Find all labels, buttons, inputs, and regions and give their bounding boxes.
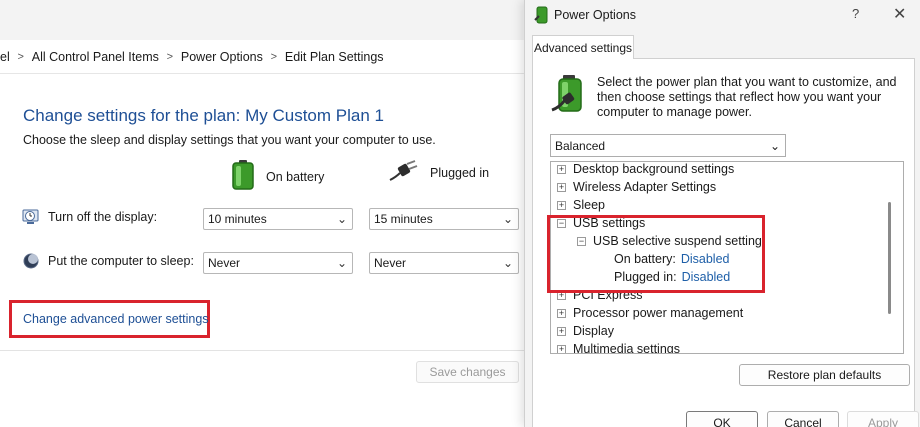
- tree-item-label: Desktop background settings: [573, 162, 735, 176]
- moon-icon: [22, 252, 40, 270]
- change-advanced-power-settings-link[interactable]: Change advanced power settings: [23, 312, 209, 326]
- tree-item-sleep[interactable]: + Sleep: [557, 196, 605, 214]
- collapse-icon[interactable]: −: [577, 236, 586, 246]
- tree-item-label: Display: [573, 324, 614, 338]
- column-header-battery: On battery: [232, 160, 324, 193]
- advanced-settings-panel: Select the power plan that you want to c…: [532, 58, 915, 427]
- setting-row-sleep: Put the computer to sleep:: [22, 252, 194, 270]
- tree-item-usb-selective-suspend[interactable]: − USB selective suspend setting: [577, 232, 762, 250]
- tree-item-label: Wireless Adapter Settings: [573, 180, 717, 194]
- chevron-right-icon: >: [166, 50, 174, 63]
- tree-item-label: Sleep: [573, 198, 605, 212]
- chevron-right-icon: >: [270, 50, 278, 63]
- expand-icon[interactable]: +: [557, 182, 566, 192]
- sleep-plugged-select[interactable]: Never ⌄: [369, 252, 519, 274]
- power-plan-icon: [534, 6, 550, 24]
- battery-icon: [232, 160, 254, 193]
- tree-item-display[interactable]: + Display: [557, 322, 614, 340]
- dialog-description: Select the power plan that you want to c…: [597, 75, 897, 119]
- ok-button[interactable]: OK: [686, 411, 758, 427]
- tab-advanced-settings[interactable]: Advanced settings: [532, 35, 634, 59]
- breadcrumb: el > All Control Panel Items > Power Opt…: [0, 40, 524, 74]
- settings-tree[interactable]: + Desktop background settings + Wireless…: [550, 161, 904, 354]
- setting-label-display: Turn off the display:: [48, 210, 158, 224]
- display-battery-select[interactable]: 10 minutes ⌄: [203, 208, 353, 230]
- tree-item-multimedia[interactable]: + Multimedia settings: [557, 340, 680, 354]
- display-plugged-select[interactable]: 15 minutes ⌄: [369, 208, 519, 230]
- power-plan-icon: [550, 74, 590, 114]
- expand-icon[interactable]: +: [557, 308, 566, 318]
- tree-item-label: On battery:: [614, 252, 676, 266]
- close-button[interactable]: ✕: [893, 4, 906, 24]
- dialog-title: Power Options: [554, 8, 636, 22]
- expand-icon[interactable]: +: [557, 326, 566, 336]
- breadcrumb-item-control-panel[interactable]: el: [0, 50, 10, 64]
- chevron-down-icon: ⌄: [502, 256, 514, 270]
- column-label-battery: On battery: [266, 169, 325, 184]
- expand-icon[interactable]: +: [557, 164, 566, 174]
- tree-item-desktop-background[interactable]: + Desktop background settings: [557, 162, 735, 178]
- save-changes-button[interactable]: Save changes: [416, 361, 519, 383]
- tree-scrollbar[interactable]: [888, 202, 891, 314]
- chevron-down-icon: ⌄: [502, 212, 514, 226]
- select-value: Never: [374, 256, 407, 270]
- setting-row-display: Turn off the display:: [22, 208, 157, 226]
- tree-item-plugged-in[interactable]: Plugged in: Disabled: [614, 268, 730, 286]
- tree-item-label: USB settings: [573, 216, 646, 230]
- window-top-bar: [0, 0, 524, 40]
- restore-plan-defaults-button[interactable]: Restore plan defaults: [739, 364, 910, 386]
- sleep-battery-select[interactable]: Never ⌄: [203, 252, 353, 274]
- expand-icon[interactable]: +: [557, 344, 566, 353]
- on-battery-value-link[interactable]: Disabled: [681, 252, 730, 266]
- setting-label-sleep: Put the computer to sleep:: [48, 254, 194, 268]
- page-title: Change settings for the plan: My Custom …: [23, 106, 384, 125]
- expand-icon[interactable]: +: [557, 200, 566, 210]
- tree-item-label: PCI Express: [573, 288, 643, 302]
- cancel-button[interactable]: Cancel: [767, 411, 839, 427]
- select-value: Balanced: [555, 138, 606, 153]
- select-value: 10 minutes: [208, 212, 267, 226]
- tree-item-label: USB selective suspend setting: [593, 234, 762, 248]
- help-button[interactable]: ?: [852, 6, 859, 21]
- column-label-plugged: Plugged in: [430, 165, 490, 180]
- breadcrumb-item-edit-plan[interactable]: Edit Plan Settings: [285, 50, 384, 64]
- plug-icon: [388, 160, 418, 185]
- page-subtitle: Choose the sleep and display settings th…: [23, 133, 436, 147]
- chevron-down-icon: ⌄: [336, 256, 348, 270]
- select-value: Never: [208, 256, 241, 270]
- apply-button[interactable]: Apply: [847, 411, 919, 427]
- select-value: 15 minutes: [374, 212, 433, 226]
- plugged-in-value-link[interactable]: Disabled: [682, 270, 731, 284]
- tree-item-wireless-adapter[interactable]: + Wireless Adapter Settings: [557, 178, 716, 196]
- control-panel-window: el > All Control Panel Items > Power Opt…: [0, 0, 524, 427]
- tree-item-label: Processor power management: [573, 306, 744, 320]
- column-header-plugged: Plugged in: [388, 160, 489, 185]
- tree-item-processor-power[interactable]: + Processor power management: [557, 304, 743, 322]
- chevron-down-icon: ⌄: [336, 212, 348, 226]
- breadcrumb-item-all-items[interactable]: All Control Panel Items: [32, 50, 159, 64]
- tree-item-label: Plugged in:: [614, 270, 677, 284]
- tree-item-pci-express[interactable]: + PCI Express: [557, 286, 642, 304]
- tree-item-label: Multimedia settings: [573, 342, 680, 354]
- chevron-down-icon: ⌄: [769, 138, 781, 153]
- breadcrumb-item-power-options[interactable]: Power Options: [181, 50, 263, 64]
- tree-item-on-battery[interactable]: On battery: Disabled: [614, 250, 729, 268]
- clock-monitor-icon: [22, 208, 40, 226]
- power-options-dialog: Power Options ? ✕ Advanced settings Sele…: [524, 0, 920, 427]
- divider: [0, 350, 524, 351]
- power-plan-select[interactable]: Balanced ⌄: [550, 134, 786, 157]
- tree-item-usb-settings[interactable]: − USB settings: [557, 214, 645, 232]
- expand-icon[interactable]: +: [557, 290, 566, 300]
- collapse-icon[interactable]: −: [557, 218, 566, 228]
- chevron-right-icon: >: [17, 50, 24, 63]
